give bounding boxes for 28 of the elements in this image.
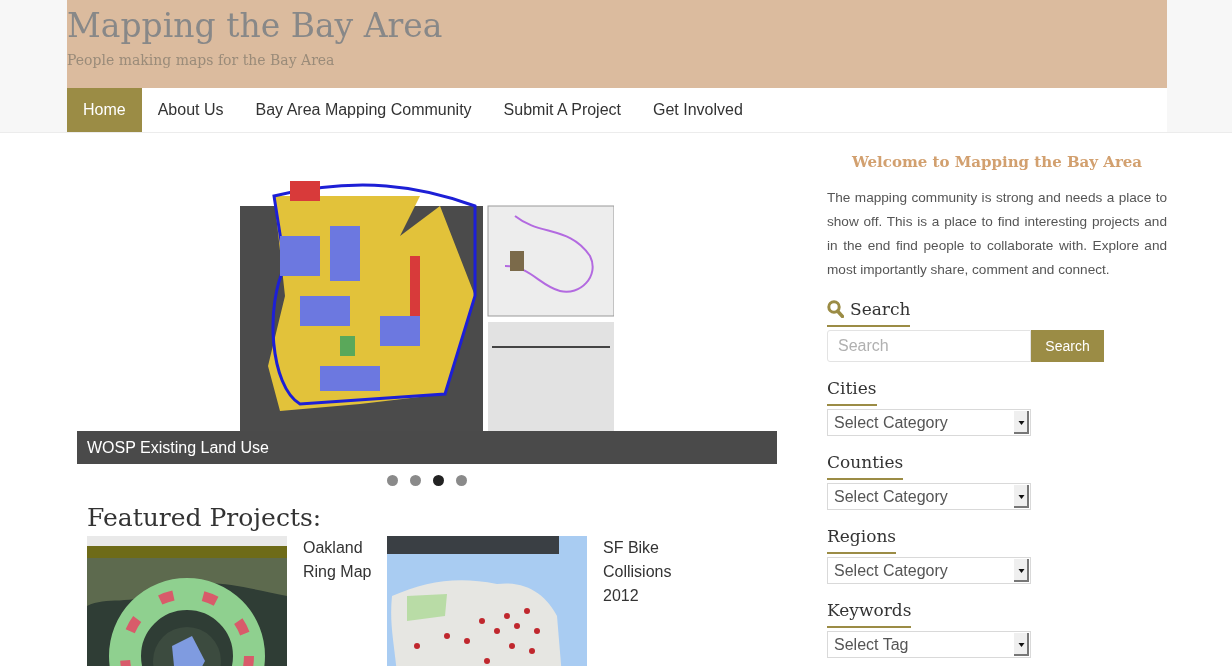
slide-caption: WOSP Existing Land Use	[77, 431, 777, 464]
site-tagline: People making maps for the Bay Area	[67, 51, 335, 70]
welcome-heading: Welcome to Mapping the Bay Area	[851, 152, 1143, 173]
select-dropdown[interactable]: Select Category	[827, 483, 1031, 510]
caret-icon	[1014, 411, 1029, 434]
section-heading: Regions	[827, 524, 897, 554]
caret-icon	[1014, 485, 1029, 508]
search-field[interactable]: Search	[827, 330, 1031, 362]
project-link[interactable]: Oakland Ring Map	[303, 536, 383, 584]
map-image[interactable]	[87, 536, 287, 666]
welcome-paragraph: The mapping community is strong and needs a place to show off. This is a place to find interesting projects and in the end find people to collaborate with. Explore and most importantly share, comment and connect.	[827, 189, 1167, 279]
caret-icon	[1014, 633, 1029, 656]
nav-link[interactable]: About Us	[141, 88, 240, 132]
nav-link[interactable]: Bay Area Mapping Community	[239, 88, 488, 132]
section-heading: Cities	[827, 376, 877, 406]
nav-link[interactable]: Get Involved	[637, 88, 759, 132]
select-dropdown[interactable]: Select Category	[827, 409, 1031, 436]
select-dropdown[interactable]: Select Category	[827, 557, 1031, 584]
section-heading: Keywords	[827, 598, 912, 628]
section-heading: Featured Projects:	[87, 503, 322, 533]
nav-link[interactable]: Submit A Project	[487, 88, 637, 132]
caret-icon	[1014, 559, 1029, 582]
section-heading: Search	[850, 298, 911, 321]
project-link[interactable]: SF Bike Collisions 2012	[603, 536, 683, 608]
search-icon	[827, 300, 844, 318]
section-heading: Counties	[827, 450, 904, 480]
map-image[interactable]	[387, 536, 587, 666]
select-dropdown[interactable]: Select Tag	[827, 631, 1031, 658]
